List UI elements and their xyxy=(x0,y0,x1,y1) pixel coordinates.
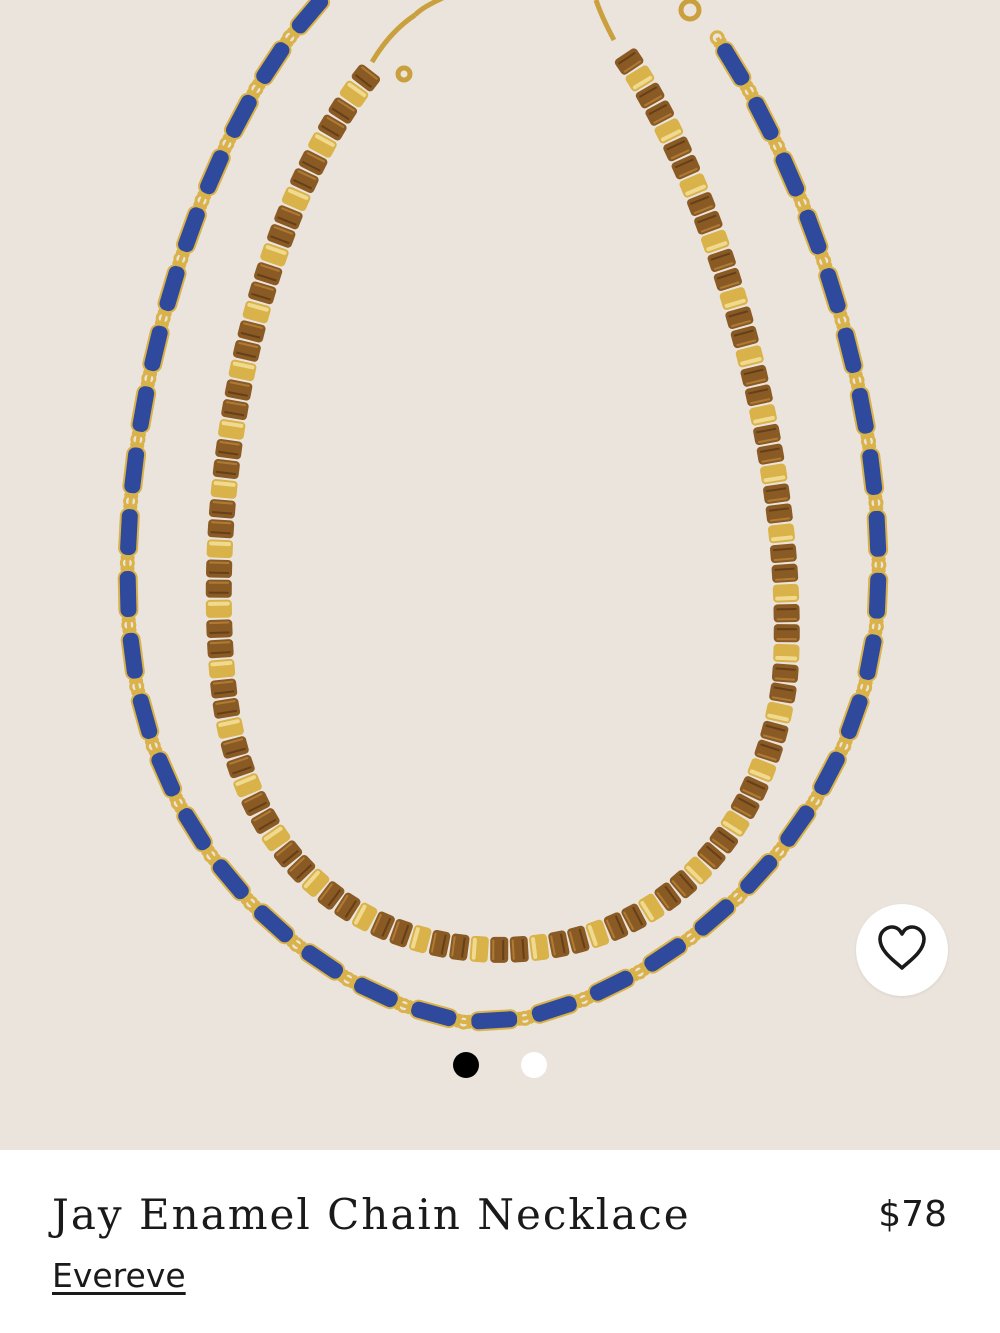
clasp xyxy=(369,0,702,83)
pagination-dot-2[interactable] xyxy=(521,1052,547,1078)
pagination-dot-1[interactable] xyxy=(453,1052,479,1078)
gallery-pagination xyxy=(0,1052,1000,1080)
product-title: Jay Enamel Chain Necklace xyxy=(52,1190,691,1239)
inner-bead-chain xyxy=(205,48,800,963)
product-image[interactable] xyxy=(0,0,1000,1150)
heart-outline-icon xyxy=(876,924,928,977)
product-price: $78 xyxy=(878,1194,947,1235)
necklace-photo xyxy=(117,0,889,1032)
product-info: Jay Enamel Chain Necklace $78 Evereve xyxy=(0,1150,1000,1333)
brand-link[interactable]: Evereve xyxy=(52,1256,186,1295)
favorite-button[interactable] xyxy=(856,904,948,996)
